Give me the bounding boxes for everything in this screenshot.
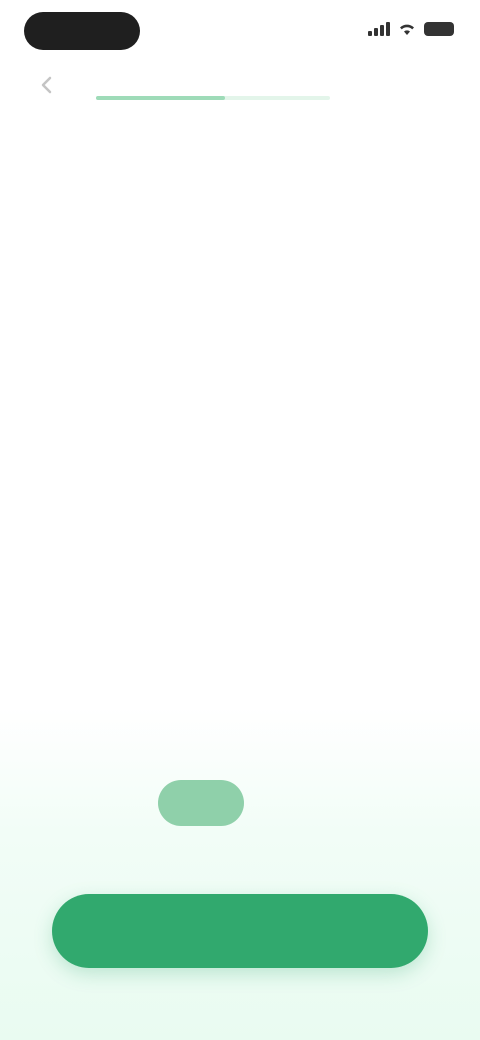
option-5[interactable]: [179, 500, 300, 560]
option-4[interactable]: [58, 500, 179, 560]
status-icons: [368, 22, 454, 36]
screen: [0, 0, 480, 1040]
option-3[interactable]: [301, 400, 422, 460]
option-7[interactable]: [58, 600, 179, 660]
progress-bar: [96, 96, 330, 100]
signal-icon: [368, 22, 390, 36]
option-8[interactable]: [179, 600, 300, 660]
option-1[interactable]: [58, 400, 179, 460]
dynamic-island: [24, 12, 140, 50]
top-nav: [0, 64, 480, 108]
progress-fill: [96, 96, 225, 100]
status-bar: [0, 0, 480, 64]
options-grid: [58, 400, 422, 660]
battery-icon: [424, 22, 454, 36]
continue-button[interactable]: [52, 894, 428, 968]
chevron-left-icon[interactable]: [36, 74, 58, 96]
option-6[interactable]: [301, 500, 422, 560]
option-2[interactable]: [179, 400, 300, 460]
toggle-switch[interactable]: [158, 780, 244, 826]
toggle: [158, 780, 254, 826]
wifi-icon: [400, 24, 414, 35]
